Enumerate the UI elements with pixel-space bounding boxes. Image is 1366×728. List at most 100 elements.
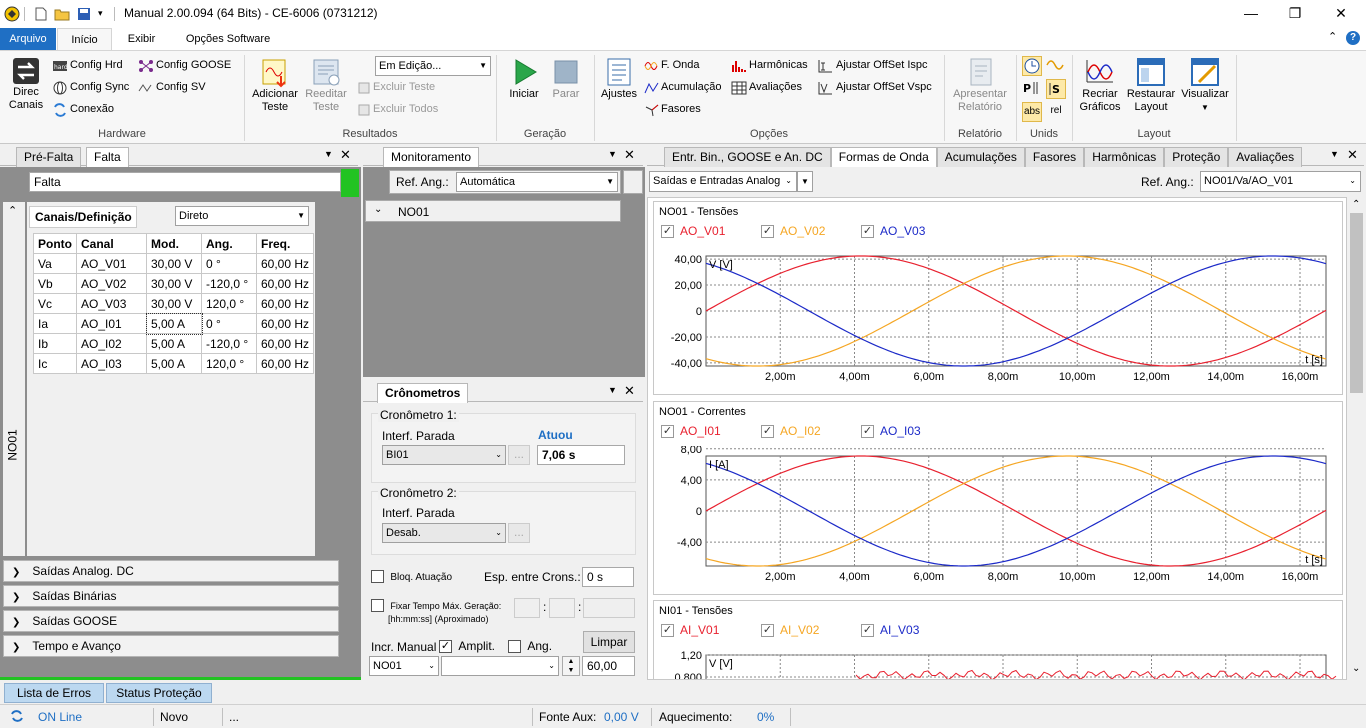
- scroll-up-icon[interactable]: ⌃: [1352, 199, 1360, 210]
- new-file-icon[interactable]: [34, 7, 48, 21]
- tab-fasores[interactable]: Fasores: [1024, 147, 1085, 167]
- table-row[interactable]: Ia AO_I01 5,00 A0 ° 60,00 Hz: [33, 312, 315, 335]
- incr-channel-select[interactable]: ⌄: [441, 656, 559, 676]
- rel-unit-toggle[interactable]: rel: [1046, 102, 1066, 122]
- minimize-button[interactable]: —: [1228, 0, 1274, 28]
- cell[interactable]: AO_I03: [76, 353, 147, 374]
- help-icon[interactable]: ?: [1346, 31, 1360, 45]
- save-icon[interactable]: [77, 7, 91, 21]
- cell[interactable]: 0 °: [201, 313, 257, 334]
- restaurar-layout-button[interactable]: Restaurar Layout: [1124, 56, 1178, 114]
- table-row[interactable]: Ic AO_I03 5,00 A 120,0 ° 60,00 Hz: [33, 353, 315, 374]
- panel-menu-icon[interactable]: ▼: [608, 149, 617, 159]
- secondary-unit-toggle[interactable]: S: [1046, 79, 1066, 99]
- cell[interactable]: 30,00 V: [146, 273, 202, 294]
- legend-ao-v03[interactable]: ✓ AO_V03: [861, 224, 925, 239]
- c1-ellipsis-button[interactable]: ...: [508, 445, 530, 465]
- ang-checkbox[interactable]: Ang.: [508, 639, 552, 654]
- tab-falta[interactable]: Falta: [86, 147, 129, 167]
- cell[interactable]: 60,00 Hz: [255, 293, 315, 314]
- collapse-up-icon[interactable]: ⌃: [8, 204, 17, 217]
- fixar-tempo-checkbox[interactable]: Fixar Tempo Máx. Geração:: [371, 598, 501, 613]
- direc-canais-button[interactable]: Direc Canais: [6, 56, 46, 112]
- primary-unit-toggle[interactable]: P: [1022, 79, 1042, 99]
- tab-protecao[interactable]: Proteção: [1164, 147, 1229, 167]
- cell[interactable]: 60,00 Hz: [255, 333, 315, 354]
- cell[interactable]: 60,00 Hz: [255, 353, 315, 374]
- esp-input[interactable]: 0 s: [582, 567, 634, 587]
- bloq-atuacao-checkbox[interactable]: Bloq. Atuação: [371, 569, 452, 584]
- cell[interactable]: -120,0 °: [201, 333, 257, 354]
- cell[interactable]: 5,00 A: [146, 333, 202, 354]
- abs-unit-toggle[interactable]: abs: [1022, 102, 1042, 122]
- legend-ai-v03[interactable]: ✓ AI_V03: [861, 623, 919, 638]
- legend-ao-v02[interactable]: ✓ AO_V02: [761, 224, 825, 239]
- tab-avaliacoes[interactable]: Avaliações: [1228, 147, 1303, 167]
- tab-harmonicas[interactable]: Harmônicas: [1084, 147, 1165, 167]
- cell[interactable]: AO_V01: [76, 253, 147, 274]
- recriar-graficos-button[interactable]: Recriar Gráficos: [1076, 56, 1124, 114]
- visualizar-button[interactable]: Visualizar ▼: [1178, 56, 1232, 114]
- close-button[interactable]: ✕: [1318, 0, 1364, 28]
- cell[interactable]: 60,00 Hz: [255, 273, 315, 294]
- panel-close-icon[interactable]: ✕: [340, 147, 351, 163]
- accordion-saidas-analog-dc[interactable]: ❯ Saídas Analog. DC: [3, 560, 339, 582]
- incr-value-input[interactable]: 60,00: [582, 656, 635, 676]
- c2-ellipsis-button[interactable]: ...: [508, 523, 530, 543]
- hh-input[interactable]: [514, 598, 540, 618]
- tab-cronometros[interactable]: Crônometros: [377, 383, 469, 403]
- panel-menu-icon[interactable]: ▼: [1330, 149, 1339, 159]
- ajustes-button[interactable]: Ajustes: [598, 56, 640, 101]
- cell[interactable]: 30,00 V: [146, 293, 202, 314]
- tab-inicio[interactable]: Início: [57, 28, 112, 50]
- tab-opcoes-software[interactable]: Opções Software: [172, 28, 284, 50]
- reeditar-teste-button[interactable]: Reeditar Teste: [300, 56, 352, 114]
- cell[interactable]: 5,00 A: [146, 353, 202, 374]
- legend-ai-v02[interactable]: ✓ AI_V02: [761, 623, 819, 638]
- open-folder-icon[interactable]: [54, 7, 70, 21]
- adicionar-teste-button[interactable]: Adicionar Teste: [248, 56, 302, 114]
- tab-lista-de-erros[interactable]: Lista de Erros: [4, 683, 104, 703]
- vertical-scrollbar[interactable]: ⌃ ⌄: [1347, 197, 1366, 680]
- tab-acumulacoes[interactable]: Acumulações: [936, 147, 1025, 167]
- panel-close-icon[interactable]: ✕: [624, 147, 635, 163]
- c2-interf-select[interactable]: Desab. ⌄: [382, 523, 506, 543]
- amplit-checkbox[interactable]: ✓ Amplit.: [439, 639, 495, 654]
- tab-formas-de-onda[interactable]: Formas de Onda: [830, 147, 937, 167]
- incr-node-select[interactable]: NO01 ⌄: [369, 656, 439, 676]
- cell[interactable]: AO_V03: [76, 293, 147, 314]
- apresentar-relatorio-button[interactable]: Apresentar Relatório: [950, 56, 1010, 114]
- table-row[interactable]: Va AO_V01 30,00 V0 ° 60,00 Hz: [33, 253, 315, 274]
- ref-ang-select-right[interactable]: NO01/Va/AO_V01 ⌄: [1200, 171, 1361, 192]
- accordion-saidas-binarias[interactable]: ❯ Saídas Binárias: [3, 585, 339, 607]
- restore-button[interactable]: ❐: [1272, 0, 1318, 28]
- cell[interactable]: 60,00 Hz: [255, 313, 315, 334]
- scroll-down-icon[interactable]: ⌄: [1352, 663, 1360, 674]
- tab-entr-bin[interactable]: Entr. Bin., GOOSE e An. DC: [664, 147, 831, 167]
- legend-ao-i01[interactable]: ✓ AO_I01: [661, 424, 721, 439]
- cell[interactable]: AO_I02: [76, 333, 147, 354]
- legend-ao-i03[interactable]: ✓ AO_I03: [861, 424, 921, 439]
- cell[interactable]: 60,00 Hz: [255, 253, 315, 274]
- cell[interactable]: 120,0 °: [201, 353, 257, 374]
- tab-monitoramento[interactable]: Monitoramento: [383, 147, 480, 167]
- ref-ang-select[interactable]: Automática ▼: [456, 172, 618, 192]
- table-row[interactable]: Vc AO_V03 30,00 V 120,0 ° 60,00 Hz: [33, 293, 315, 314]
- c1-interf-select[interactable]: BI01 ⌄: [382, 445, 506, 465]
- ss-input[interactable]: [583, 598, 635, 618]
- mode-select[interactable]: Direto ▼: [175, 206, 309, 226]
- tab-arquivo[interactable]: Arquivo: [0, 28, 56, 50]
- result-mode-select[interactable]: Em Edição... ▼: [375, 56, 491, 76]
- tab-status-protecao[interactable]: Status Proteção: [106, 683, 212, 703]
- node-header-no01[interactable]: ⌄ NO01: [365, 200, 621, 222]
- parar-button[interactable]: Parar: [546, 56, 586, 101]
- legend-ao-i02[interactable]: ✓ AO_I02: [761, 424, 821, 439]
- table-row[interactable]: Vb AO_V02 30,00 V -120,0 ° 60,00 Hz: [33, 273, 315, 294]
- cell[interactable]: 30,00 V: [146, 253, 202, 274]
- legend-ao-v01[interactable]: ✓ AO_V01: [661, 224, 725, 239]
- legend-ai-v01[interactable]: ✓ AI_V01: [661, 623, 719, 638]
- view-select[interactable]: Saídas e Entradas Analog ⌄: [649, 171, 797, 192]
- state-name-input[interactable]: Falta: [29, 172, 341, 192]
- quick-access-dropdown-icon[interactable]: ▾: [98, 8, 103, 19]
- cell[interactable]: AO_I01: [76, 313, 147, 334]
